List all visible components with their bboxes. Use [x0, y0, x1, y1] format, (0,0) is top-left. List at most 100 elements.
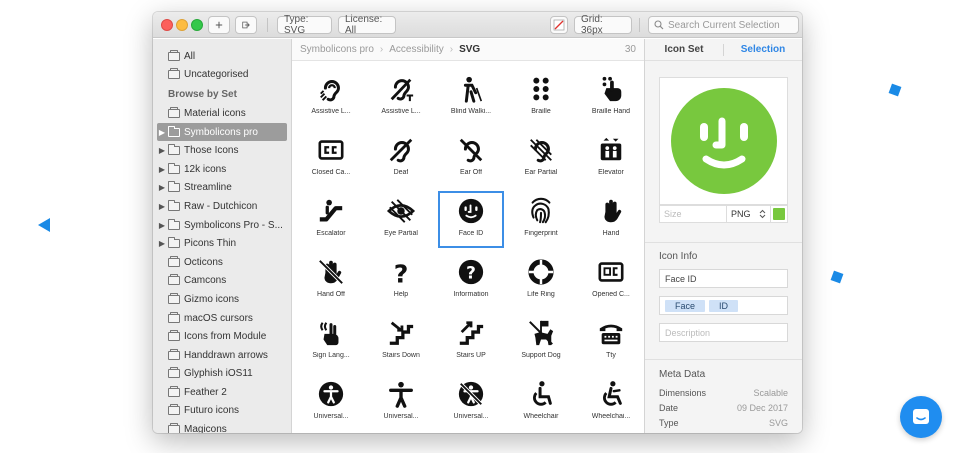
- icon-cell[interactable]: Sign Lang...: [296, 311, 366, 372]
- sidebar-item-symbolicons-pro[interactable]: ▶ Symbolicons pro: [157, 122, 287, 142]
- sidebar-item-streamline[interactable]: ▶ Streamline: [153, 179, 291, 198]
- export-button[interactable]: [235, 16, 257, 34]
- icon-label: Stairs UP: [456, 352, 486, 359]
- escalator-icon: [317, 197, 345, 225]
- icon-cell[interactable]: Braille: [506, 67, 576, 128]
- sidebar-item-macos-cursors[interactable]: macOS cursors: [153, 309, 291, 328]
- icon-label: Braille Hand: [591, 108, 631, 115]
- icon-cell[interactable]: Closed Ca...: [296, 128, 366, 189]
- icon-label: Braille: [531, 108, 551, 115]
- breadcrumb-item[interactable]: SVG: [459, 44, 480, 55]
- sidebar-item-symbolicons-pro-s[interactable]: ▶ Symbolicons Pro - S...: [153, 216, 291, 235]
- icon-cell[interactable]: Opened C...: [576, 250, 646, 311]
- icon-cell[interactable]: Escalator: [296, 189, 366, 250]
- sidebar-item-gizmo-icons[interactable]: Gizmo icons: [153, 290, 291, 309]
- plus-icon: [215, 21, 223, 29]
- disclosure-triangle-icon[interactable]: ▶: [157, 221, 167, 230]
- icon-cell[interactable]: Universal...: [296, 372, 366, 433]
- color-override-button[interactable]: [550, 16, 568, 34]
- type-filter-button[interactable]: Type: SVG: [277, 14, 332, 36]
- tags-field[interactable]: Face ID: [659, 296, 788, 315]
- icon-cell[interactable]: Blind Walki...: [436, 67, 506, 128]
- tag-chip[interactable]: ID: [709, 299, 739, 312]
- minimize-window-button[interactable]: [176, 19, 188, 31]
- icon-cell[interactable]: Eye Partial: [366, 189, 436, 250]
- sidebar-item-label: 12k icons: [184, 163, 227, 175]
- icon-cell[interactable]: Stairs Down: [366, 311, 436, 372]
- sidebar-item-picons-thin[interactable]: ▶ Picons Thin: [153, 234, 291, 253]
- search-input[interactable]: Search Current Selection: [648, 16, 799, 34]
- license-filter-button[interactable]: License: All: [338, 14, 396, 36]
- icon-label: Face ID: [458, 230, 484, 237]
- disclosure-triangle-icon[interactable]: ▶: [157, 183, 167, 192]
- icon-cell[interactable]: Assistive L...: [296, 67, 366, 128]
- chat-button[interactable]: [900, 396, 942, 438]
- meta-value: 09 Dec 2017: [736, 403, 788, 413]
- format-select[interactable]: PNG: [727, 206, 771, 222]
- icon-name-field[interactable]: Face ID: [659, 269, 788, 288]
- breadcrumb-item[interactable]: Symbolicons pro: [300, 44, 374, 55]
- sidebar-item-label: Uncategorised: [184, 69, 249, 81]
- icon-cell[interactable]: Ear Off: [436, 128, 506, 189]
- sidebar-item-raw-dutchicon[interactable]: ▶ Raw - Dutchicon: [153, 197, 291, 216]
- toolbar-separator: [639, 18, 640, 32]
- icon-cell[interactable]: Fingerprint: [506, 189, 576, 250]
- add-button[interactable]: [208, 16, 230, 34]
- elevator-icon: [597, 136, 625, 164]
- face-id-preview-icon: [670, 88, 777, 194]
- zoom-window-button[interactable]: [191, 19, 203, 31]
- tag-chip[interactable]: Face: [665, 299, 706, 312]
- icon-cell[interactable]: Wheelchair: [506, 372, 576, 433]
- sidebar-item-camcons[interactable]: Camcons: [153, 272, 291, 291]
- sidebar-item-uncategorised[interactable]: Uncategorised: [153, 66, 291, 85]
- help-icon: ?: [387, 258, 415, 286]
- color-swatch[interactable]: [771, 206, 787, 222]
- wheelchair-active-icon: [597, 380, 625, 408]
- icon-cell[interactable]: Elevator: [576, 128, 646, 189]
- icon-cell[interactable]: Deaf: [366, 128, 436, 189]
- close-window-button[interactable]: [161, 19, 173, 31]
- decorative-square: [888, 83, 902, 97]
- sidebar-item-those-icons[interactable]: ▶ Those Icons: [153, 141, 291, 160]
- inspector-tabs: Icon Set Selection: [645, 39, 802, 61]
- icon-cell[interactable]: Assistive L...: [366, 67, 436, 128]
- icon-cell[interactable]: ? Help: [366, 250, 436, 311]
- icon-cell[interactable]: Hand: [576, 189, 646, 250]
- sidebar-item-magicons[interactable]: Magicons: [153, 420, 291, 433]
- sidebar-item-material-icons[interactable]: Material icons: [153, 104, 291, 123]
- icon-cell[interactable]: Hand Off: [296, 250, 366, 311]
- disclosure-triangle-icon[interactable]: ▶: [157, 239, 167, 248]
- icon-cell[interactable]: Face ID: [436, 189, 506, 250]
- tab-icon-set[interactable]: Icon Set: [645, 44, 723, 55]
- sidebar-item-all[interactable]: All: [153, 47, 291, 66]
- icon-cell[interactable]: Universal...: [366, 372, 436, 433]
- sidebar-item-glyphish-ios11[interactable]: Glyphish iOS11: [153, 365, 291, 384]
- disclosure-triangle-icon[interactable]: ▶: [157, 128, 167, 137]
- icon-cell[interactable]: Braille Hand: [576, 67, 646, 128]
- icon-cell[interactable]: Wheelchai...: [576, 372, 646, 433]
- sidebar-item-12k-icons[interactable]: ▶ 12k icons: [153, 160, 291, 179]
- icon-cell[interactable]: ? Information: [436, 250, 506, 311]
- icon-cell[interactable]: Ear Partial: [506, 128, 576, 189]
- sidebar-item-octicons[interactable]: Octicons: [153, 253, 291, 272]
- sidebar-item-label: Glyphish iOS11: [184, 368, 253, 380]
- size-input[interactable]: Size: [660, 206, 727, 222]
- disclosure-triangle-icon[interactable]: ▶: [157, 165, 167, 174]
- grid-size-button[interactable]: Grid: 36px: [574, 14, 632, 36]
- disclosure-triangle-icon[interactable]: ▶: [157, 146, 167, 155]
- sidebar-item-handdrawn-arrows[interactable]: Handdrawn arrows: [153, 346, 291, 365]
- breadcrumb-item[interactable]: Accessibility: [389, 44, 443, 55]
- icon-cell[interactable]: Stairs UP: [436, 311, 506, 372]
- closed-captions-icon: [317, 136, 345, 164]
- sidebar-item-feather-2[interactable]: Feather 2: [153, 383, 291, 402]
- folder-icon: [168, 237, 180, 249]
- sidebar-item-icons-from-module[interactable]: Icons from Module: [153, 327, 291, 346]
- disclosure-triangle-icon[interactable]: ▶: [157, 202, 167, 211]
- sidebar-item-futuro-icons[interactable]: Futuro icons: [153, 402, 291, 421]
- tab-selection[interactable]: Selection: [724, 44, 802, 55]
- icon-cell[interactable]: Support Dog: [506, 311, 576, 372]
- icon-cell[interactable]: Universal...: [436, 372, 506, 433]
- description-field[interactable]: Description: [659, 323, 788, 342]
- icon-cell[interactable]: Tty: [576, 311, 646, 372]
- icon-cell[interactable]: Life Ring: [506, 250, 576, 311]
